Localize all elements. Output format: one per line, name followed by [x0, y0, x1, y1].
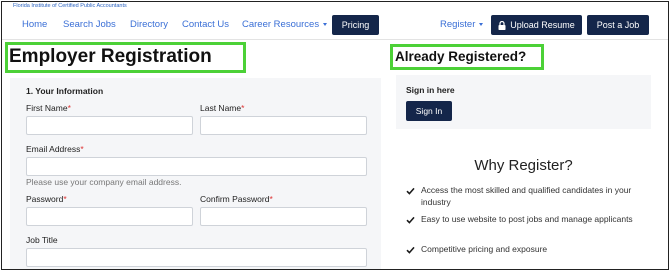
section-title: 1. Your Information [26, 86, 104, 96]
signin-label: Sign in here [406, 85, 455, 95]
required-marker: * [80, 144, 84, 154]
check-icon [406, 187, 415, 195]
confirm-password-label-text: Confirm Password [200, 194, 270, 204]
nav-contact-us[interactable]: Contact Us [182, 19, 229, 30]
email-label: Email Address* [26, 144, 84, 154]
lock-icon [498, 20, 506, 30]
job-title-label: Job Title [26, 235, 58, 245]
page-frame: Florida Institute of Certified Public Ac… [1, 1, 669, 270]
last-name-field[interactable] [200, 116, 367, 135]
page-title: Employer Registration [9, 46, 212, 67]
registration-form: 1. Your Information First Name* Last Nam… [10, 78, 381, 269]
why-register-panel: Why Register? Access the most skilled an… [396, 137, 651, 269]
first-name-label-text: First Name [26, 103, 68, 113]
nav-register[interactable]: Register [440, 19, 484, 30]
signin-panel: Sign in here Sign In [396, 75, 651, 129]
upload-resume-label: Upload Resume [510, 20, 575, 30]
required-marker: * [241, 103, 245, 113]
why-item-text: Easy to use website to post jobs and man… [421, 214, 633, 224]
pricing-button[interactable]: Pricing [332, 15, 379, 35]
sign-in-button[interactable]: Sign In [406, 101, 452, 121]
email-hint: Please use your company email address. [26, 177, 182, 187]
check-icon [406, 246, 415, 254]
post-a-job-button[interactable]: Post a Job [587, 15, 649, 35]
password-label-text: Password [26, 194, 64, 204]
top-nav: Home Search Jobs Directory Contact Us Ca… [2, 14, 668, 36]
already-registered-heading: Already Registered? [395, 49, 527, 64]
nav-register-label: Register [440, 19, 476, 30]
nav-career-resources[interactable]: Career Resources [242, 19, 328, 30]
nav-search-jobs[interactable]: Search Jobs [63, 19, 116, 30]
email-field[interactable] [26, 157, 367, 176]
check-icon [406, 216, 415, 224]
why-register-title: Why Register? [474, 157, 573, 174]
chevron-down-icon [323, 22, 328, 26]
chevron-down-icon [479, 22, 484, 26]
confirm-password-label: Confirm Password* [200, 194, 273, 204]
header-divider [2, 39, 668, 40]
first-name-field[interactable] [26, 116, 193, 135]
brand-name[interactable]: Florida Institute of Certified Public Ac… [13, 3, 127, 9]
upload-resume-button[interactable]: Upload Resume [491, 15, 582, 35]
password-label: Password* [26, 194, 67, 204]
nav-home[interactable]: Home [22, 19, 47, 30]
email-label-text: Email Address [26, 144, 81, 154]
confirm-password-field[interactable] [200, 207, 367, 226]
job-title-field[interactable] [26, 248, 367, 267]
required-marker: * [63, 194, 67, 204]
why-item-text: Competitive pricing and exposure [421, 244, 548, 254]
required-marker: * [67, 103, 71, 113]
password-field[interactable] [26, 207, 193, 226]
last-name-label-text: Last Name [200, 103, 242, 113]
nav-directory[interactable]: Directory [130, 19, 168, 30]
why-item-text: Access the most skilled and qualified ca… [421, 185, 632, 207]
last-name-label: Last Name* [200, 103, 244, 113]
first-name-label: First Name* [26, 103, 71, 113]
nav-career-resources-label: Career Resources [242, 19, 320, 30]
required-marker: * [269, 194, 273, 204]
